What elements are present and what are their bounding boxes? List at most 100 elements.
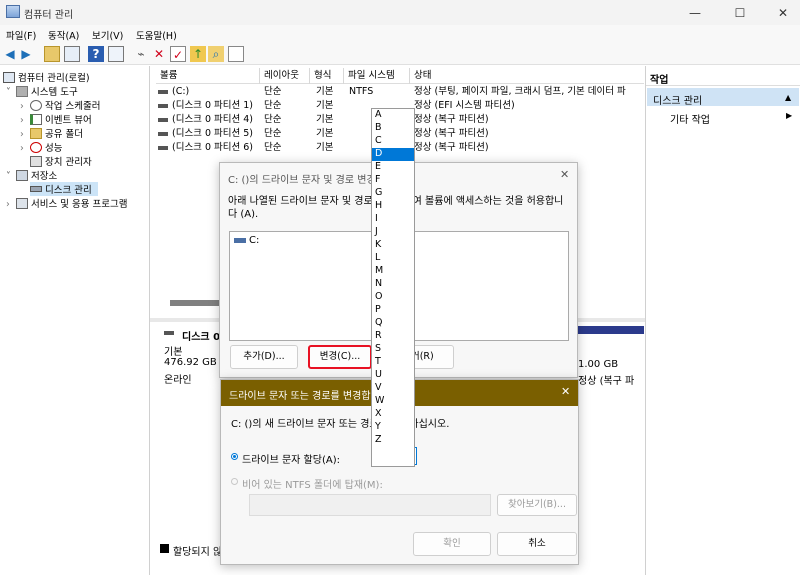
column-layout[interactable]: 레이아웃 <box>260 68 310 84</box>
checklist-icon[interactable]: ✓ <box>170 46 186 62</box>
chevron-right-icon[interactable]: › <box>6 199 16 210</box>
help-icon[interactable]: ? <box>88 46 104 62</box>
change-button[interactable]: 변경(C)... <box>308 345 372 369</box>
letter-option[interactable]: M <box>372 265 414 278</box>
chevron-right-icon[interactable]: › <box>20 115 30 126</box>
menu-help[interactable]: 도움말(H) <box>136 28 177 42</box>
chevron-right-icon[interactable]: › <box>20 143 30 154</box>
drive-letter-dropdown[interactable]: A B C D E F G H I J K L M N O P Q R S T … <box>371 108 415 467</box>
letter-option-highlighted[interactable]: D <box>372 148 414 161</box>
column-volume[interactable]: 볼륨 <box>156 68 260 84</box>
tree-item-task-scheduler[interactable]: › 작업 스케줄러 <box>20 98 100 112</box>
letter-option[interactable]: O <box>372 291 414 304</box>
letter-option[interactable]: V <box>372 382 414 395</box>
column-type[interactable]: 형식 <box>310 68 344 84</box>
letter-option[interactable]: Z <box>372 434 414 447</box>
letter-option[interactable]: R <box>372 330 414 343</box>
title-bar: 컴퓨터 관리 — ☐ ✕ <box>0 0 800 25</box>
disk-icon <box>30 186 42 192</box>
tree-item-performance[interactable]: › 성능 <box>20 140 62 154</box>
event-log-icon <box>30 114 42 125</box>
letter-option[interactable]: T <box>372 356 414 369</box>
tree-item-storage[interactable]: ˅ 저장소 <box>6 168 57 182</box>
folder-path-input[interactable] <box>249 494 491 516</box>
back-icon[interactable]: ◀ <box>2 46 18 62</box>
folder-search-icon[interactable]: ⌕ <box>208 46 224 62</box>
letter-option[interactable]: L <box>372 252 414 265</box>
chevron-right-icon[interactable]: › <box>20 101 30 112</box>
partition-size: 1.00 GB <box>578 359 619 370</box>
tree-item-device-manager[interactable]: 장치 관리자 <box>30 154 92 168</box>
letter-option[interactable]: C <box>372 135 414 148</box>
collapse-up-icon[interactable]: ▲ <box>785 93 791 102</box>
radio-mount-folder[interactable] <box>231 478 238 485</box>
dialog-close-icon[interactable]: ✕ <box>561 385 570 398</box>
cancel-button[interactable]: 취소 <box>497 532 577 556</box>
maximize-button[interactable]: ☐ <box>725 3 755 23</box>
action-more-actions[interactable]: 기타 작업 <box>670 111 710 126</box>
up-folder-icon[interactable] <box>44 46 60 62</box>
chevron-right-icon[interactable]: › <box>20 129 30 140</box>
disk-icon <box>164 331 174 335</box>
volume-type: 기본 <box>316 128 334 139</box>
table-row[interactable]: (C:) 단순 기본 NTFS 정상 (부팅, 페이지 파일, 크래시 덤프, … <box>156 85 644 99</box>
unallocated-legend-label: 할당되지 않음 <box>173 547 221 558</box>
column-file-system[interactable]: 파일 시스템 <box>344 68 410 84</box>
letter-option[interactable]: H <box>372 200 414 213</box>
delete-icon[interactable]: ✕ <box>151 46 167 62</box>
actions-section-disk-management[interactable]: 디스크 관리 <box>647 88 799 107</box>
menu-action[interactable]: 동작(A) <box>48 28 79 42</box>
letter-option[interactable]: F <box>372 174 414 187</box>
dialog-close-icon[interactable]: ✕ <box>560 168 569 181</box>
forward-icon[interactable]: ▶ <box>18 46 34 62</box>
letter-option[interactable]: E <box>372 161 414 174</box>
menu-view[interactable]: 보기(V) <box>92 28 123 42</box>
browse-button[interactable]: 찾아보기(B)... <box>497 494 577 516</box>
chevron-down-icon[interactable]: ˅ <box>6 87 16 98</box>
close-button[interactable]: ✕ <box>768 3 798 23</box>
letter-option[interactable]: W <box>372 395 414 408</box>
letter-option[interactable]: X <box>372 408 414 421</box>
drive-path-item[interactable]: C: <box>249 235 259 246</box>
properties-icon[interactable] <box>108 46 124 62</box>
letter-option[interactable]: A <box>372 109 414 122</box>
letter-option[interactable]: N <box>372 278 414 291</box>
radio-assign-letter-label[interactable]: 드라이브 문자 할당(A): <box>242 451 340 466</box>
ok-button[interactable]: 확인 <box>413 532 491 556</box>
letter-option[interactable]: I <box>372 213 414 226</box>
tree-item-event-viewer[interactable]: › 이벤트 뷰어 <box>20 112 92 126</box>
radio-assign-letter[interactable] <box>231 453 238 460</box>
volume-layout: 단순 <box>264 100 282 111</box>
tree-item-disk-management[interactable]: 디스크 관리 <box>30 182 98 196</box>
volume-icon <box>158 104 168 108</box>
letter-option[interactable]: B <box>372 122 414 135</box>
tree-item-computer-management[interactable]: 컴퓨터 관리(로컬) <box>3 70 90 84</box>
actions-header: 작업 <box>646 66 800 86</box>
letter-option[interactable]: G <box>372 187 414 200</box>
navigation-tree: 컴퓨터 관리(로컬) ˅ 시스템 도구 › 작업 스케줄러 › 이벤트 뷰어 › 공유 … <box>0 66 150 575</box>
minimize-button[interactable]: — <box>680 3 710 23</box>
connect-icon[interactable]: ⌁ <box>133 46 149 62</box>
horizontal-scrollbar[interactable] <box>170 300 222 306</box>
folder-add-icon[interactable]: ↑ <box>190 46 206 62</box>
volume-name: (디스크 0 파티션 6) <box>172 142 254 153</box>
letter-option[interactable]: J <box>372 226 414 239</box>
letter-option[interactable]: S <box>372 343 414 356</box>
letter-option[interactable]: Y <box>372 421 414 434</box>
chevron-down-icon[interactable]: ˅ <box>6 171 16 182</box>
tree-item-services-apps[interactable]: › 서비스 및 응용 프로그램 <box>6 196 127 210</box>
tree-item-shared-folders[interactable]: › 공유 폴더 <box>20 126 83 140</box>
column-status[interactable]: 상태 <box>410 68 644 84</box>
letter-option[interactable]: K <box>372 239 414 252</box>
tree-item-system-tools[interactable]: ˅ 시스템 도구 <box>6 84 78 98</box>
letter-option[interactable]: P <box>372 304 414 317</box>
document-icon[interactable] <box>228 46 244 62</box>
letter-option[interactable]: U <box>372 369 414 382</box>
letter-option[interactable]: Q <box>372 317 414 330</box>
chevron-right-icon[interactable]: ▶ <box>786 111 792 120</box>
radio-mount-folder-label[interactable]: 비어 있는 NTFS 폴더에 탑재(M): <box>242 476 383 491</box>
add-button[interactable]: 추가(D)... <box>230 345 298 369</box>
show-hide-tree-icon[interactable] <box>64 46 80 62</box>
volume-type: 기본 <box>316 114 334 125</box>
menu-file[interactable]: 파일(F) <box>6 28 36 42</box>
